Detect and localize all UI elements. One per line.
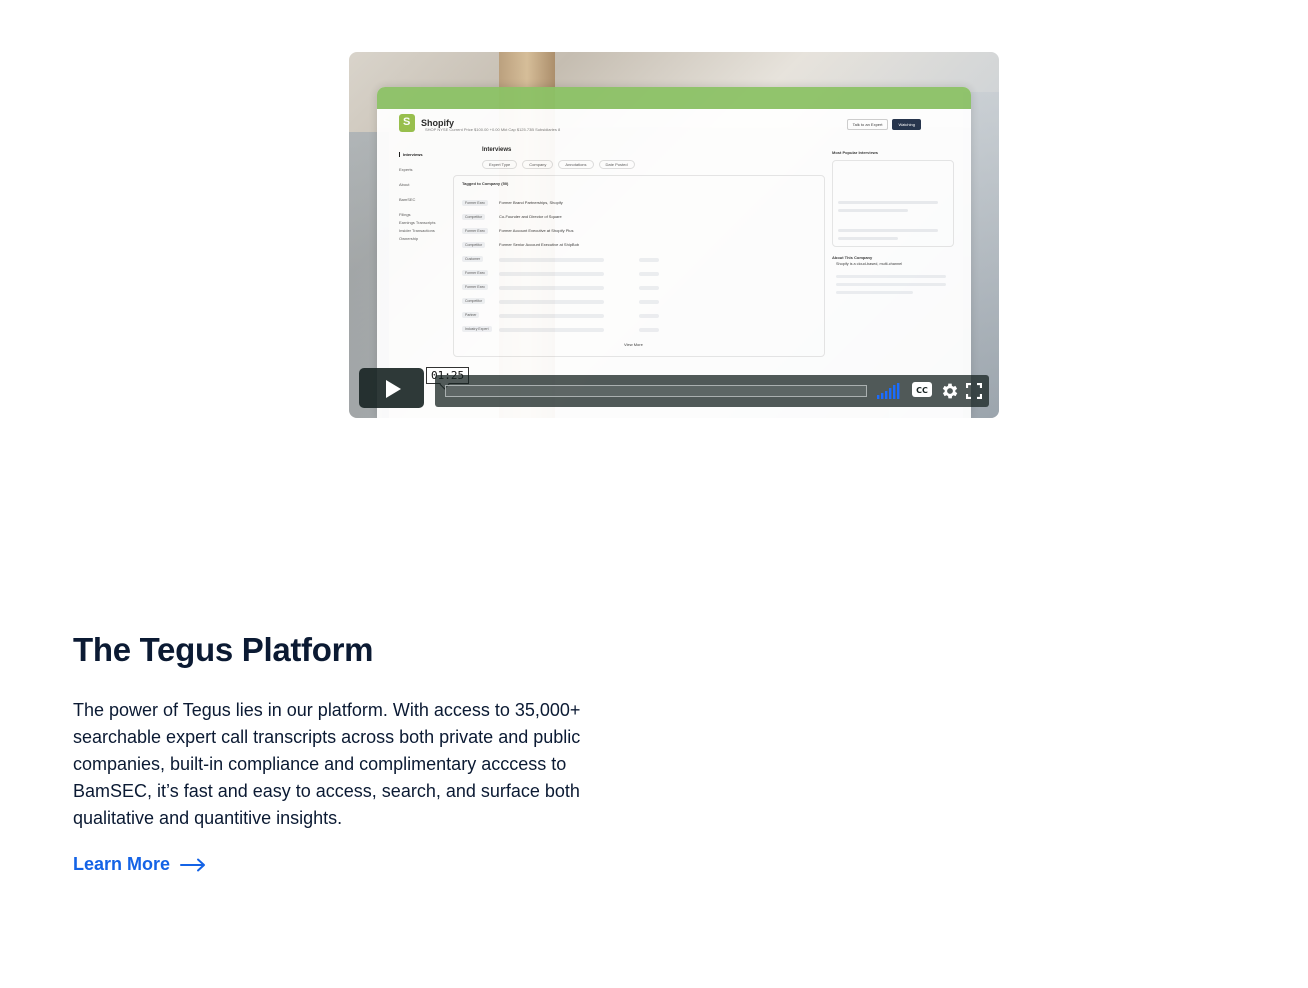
placeholder-line (639, 272, 659, 276)
placeholder-line (499, 314, 604, 318)
placeholder-line (838, 237, 898, 240)
popular-card (832, 160, 954, 247)
placeholder-line (499, 328, 604, 332)
table-title: Tagged to Company (50) (462, 181, 509, 186)
filter-chip: Annotations (558, 160, 594, 169)
table-row: Partner (462, 312, 817, 320)
row-tag: Customer (462, 256, 484, 262)
progress-bar[interactable] (445, 385, 867, 397)
row-tag: Competitor (462, 214, 486, 220)
screen-topbar (377, 87, 971, 109)
table-row: Industry Expert (462, 326, 817, 334)
table-row: Competitor Former Senior Account Executi… (462, 242, 817, 250)
sidebar-item: Earnings Transcripts (399, 220, 436, 225)
sidebar-item: Experts (399, 167, 413, 172)
captions-icon[interactable]: CC (912, 382, 932, 397)
svg-text:CC: CC (916, 386, 928, 395)
row-tag: Former Exec (462, 200, 489, 206)
placeholder-line (836, 275, 946, 278)
placeholder-line (836, 283, 946, 286)
row-tag: Former Exec (462, 284, 489, 290)
screen-header-buttons: Talk to an Expert Watching (846, 119, 921, 130)
table-row: Customer (462, 256, 817, 264)
filter-chip: Date Posted (598, 160, 635, 169)
placeholder-line (499, 258, 604, 262)
ticker-line: SHOP NYSE Current Price $100.00 +0.00 Mk… (425, 127, 561, 132)
row-title: Former Senior Account Executive at ShipB… (499, 242, 580, 247)
shopify-logo-icon (399, 114, 415, 132)
placeholder-line (639, 314, 659, 318)
placeholder-line (499, 286, 604, 290)
placeholder-line (838, 201, 938, 204)
placeholder-line (836, 291, 913, 294)
filter-chip: Expert Type (482, 160, 518, 169)
arrow-right-icon (180, 858, 206, 871)
sidebar-item: Insider Transactions (399, 228, 435, 233)
play-button[interactable] (359, 368, 424, 408)
placeholder-line (639, 286, 659, 290)
section-title: The Tegus Platform (73, 631, 374, 668)
about-title: About This Company (832, 255, 873, 260)
row-tag: Partner (462, 312, 480, 318)
placeholder-line (499, 300, 604, 304)
screen-main-title: Interviews (482, 147, 512, 153)
watching-button: Watching (892, 119, 921, 130)
popular-title: Most Popular Interviews (832, 150, 879, 155)
view-more-link: View More (624, 342, 643, 347)
play-icon (386, 380, 401, 398)
sidebar-item: Ownership (399, 236, 419, 241)
table-row: Former Exec Former Brand Partnerships, S… (462, 200, 817, 208)
table-row: Former Exec (462, 284, 817, 292)
fullscreen-icon[interactable] (966, 383, 982, 399)
table-row: Competitor (462, 298, 817, 306)
sidebar-item: About (399, 182, 410, 187)
screen-filters: Expert Type Company Annotations Date Pos… (482, 160, 635, 169)
filter-chip: Company (522, 160, 554, 169)
section-description: The power of Tegus lies in our platform.… (73, 700, 581, 828)
row-title: Former Brand Partnerships, Shopify (499, 200, 563, 205)
table-row: Competitor Co-Founder and Director of Sq… (462, 214, 817, 222)
row-tag: Industry Expert (462, 326, 492, 332)
row-tag: Competitor (462, 298, 486, 304)
placeholder-line (838, 209, 908, 212)
sidebar-item: Interviews (399, 152, 449, 157)
row-tag: Former Exec (462, 228, 489, 234)
about-lines (836, 267, 946, 299)
about-text: Shopify is a cloud-based, multi-channel (836, 262, 903, 266)
table-row: Former Exec (462, 270, 817, 278)
placeholder-line (639, 328, 659, 332)
row-title: Co-Founder and Director of Square (499, 214, 562, 219)
row-tag: Former Exec (462, 270, 489, 276)
volume-icon[interactable] (877, 383, 901, 399)
row-tag: Competitor (462, 242, 486, 248)
video-player[interactable]: Shopify SHOP NYSE Current Price $100.00 … (349, 52, 999, 418)
settings-gear-icon[interactable] (940, 381, 960, 401)
placeholder-line (639, 258, 659, 262)
sidebar-item: BamSEC (399, 197, 416, 202)
talk-expert-button: Talk to an Expert (846, 119, 889, 130)
interviews-table: Tagged to Company (50) Former Exec Forme… (453, 175, 825, 357)
sidebar-item: Filings (399, 212, 411, 217)
screen-sidebar: Interviews Experts About BamSEC Filings … (399, 152, 449, 251)
placeholder-line (838, 229, 938, 232)
table-row: Former Exec Former Account Executive at … (462, 228, 817, 236)
learn-more-label: Learn More (73, 854, 171, 874)
row-title: Former Account Executive at Shopify Plus (499, 228, 574, 233)
placeholder-line (639, 300, 659, 304)
player-controls: CC (435, 375, 989, 407)
placeholder-line (499, 272, 604, 276)
learn-more-link[interactable]: Learn More (73, 854, 206, 875)
